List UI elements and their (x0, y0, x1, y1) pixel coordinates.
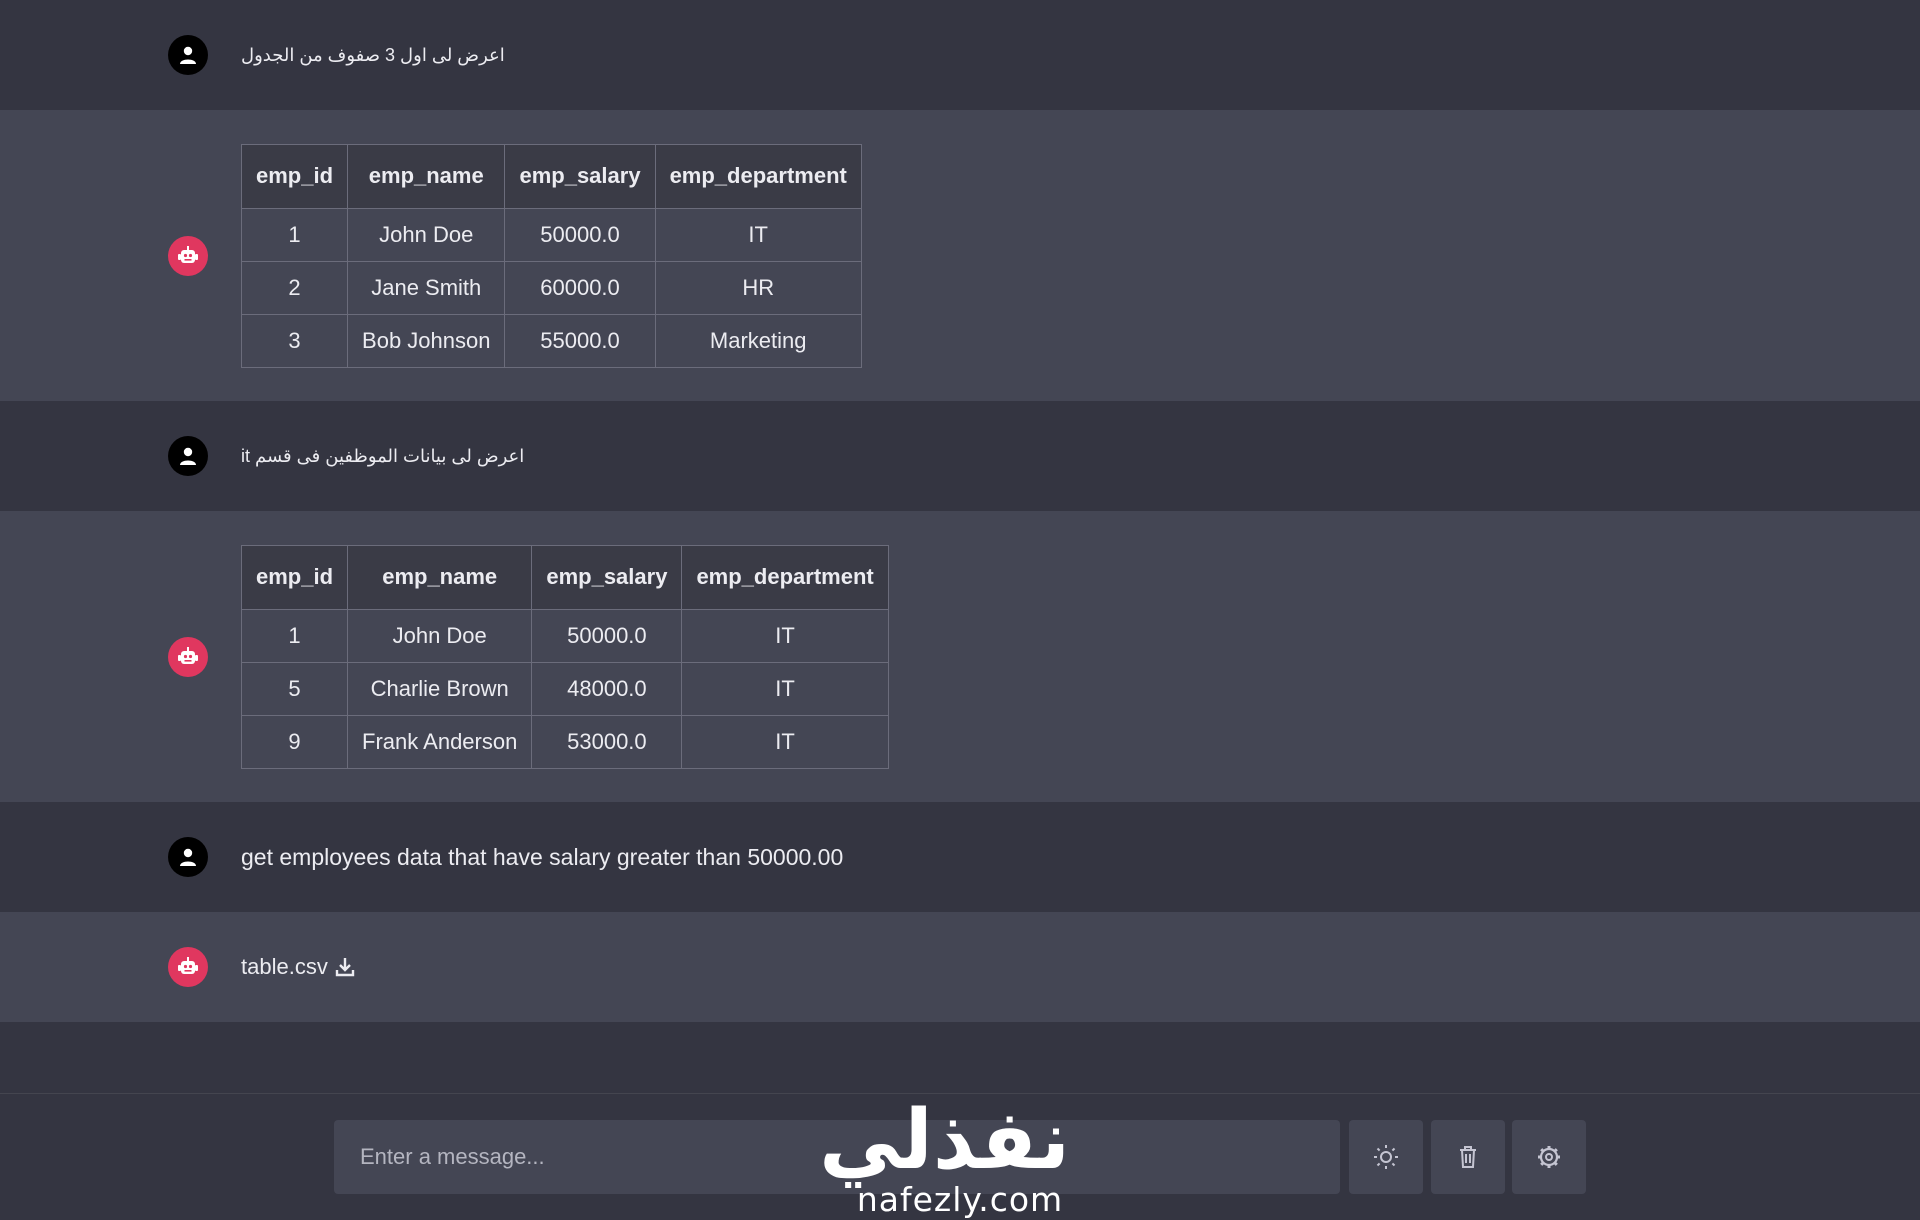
theme-toggle-button[interactable] (1349, 1120, 1423, 1194)
robot-icon (178, 646, 198, 664)
table-row: 2 Jane Smith 60000.0 HR (240, 260, 862, 315)
chat-log: اعرض لى اول 3 صفوف من الجدول emp_id emp_… (0, 0, 1920, 1022)
message-input[interactable] (334, 1120, 1340, 1194)
download-icon (335, 958, 355, 977)
column-header: emp_department (654, 143, 862, 209)
column-header: emp_department (681, 544, 889, 610)
table-cell: 60000.0 (504, 260, 656, 315)
table-cell: Charlie Brown (347, 661, 533, 716)
user-avatar (168, 837, 208, 877)
table-cell: IT (681, 608, 889, 663)
table-cell: HR (654, 260, 862, 315)
table-row: 1 John Doe 50000.0 IT (240, 207, 862, 262)
column-header: emp_name (347, 143, 506, 209)
bot-message-3: table.csv (0, 912, 1920, 1022)
bot-message-1: emp_id emp_name emp_salary emp_departmen… (0, 110, 1920, 401)
user-icon (180, 848, 196, 866)
table-cell: Marketing (654, 313, 862, 368)
bot-avatar (168, 947, 208, 987)
table-cell: Bob Johnson (347, 313, 506, 368)
table-cell: 50000.0 (531, 608, 683, 663)
table-row: 3 Bob Johnson 55000.0 Marketing (240, 313, 862, 368)
robot-icon (178, 957, 198, 974)
table-cell: 53000.0 (531, 714, 683, 769)
table-cell: Frank Anderson (347, 714, 533, 769)
bot-avatar (168, 235, 208, 276)
table-cell: John Doe (347, 608, 533, 663)
file-name: table.csv (241, 954, 328, 979)
user-icon (180, 46, 196, 64)
table-row: 1 John Doe 50000.0 IT (240, 608, 889, 663)
column-header: emp_id (240, 143, 349, 209)
user-message-text: اعرض لى بيانات الموظفين فى قسم it (241, 445, 525, 466)
table-cell: 3 (240, 313, 349, 368)
table-cell: 1 (240, 207, 349, 262)
bot-message-2: emp_id emp_name emp_salary emp_departmen… (0, 511, 1920, 802)
table-cell: IT (681, 714, 889, 769)
chat-page: اعرض لى اول 3 صفوف من الجدول emp_id emp_… (0, 0, 1920, 1220)
table-cell: IT (681, 661, 889, 716)
table-cell: 1 (240, 608, 349, 663)
table-header-row: emp_id emp_name emp_salary emp_departmen… (240, 143, 862, 209)
table-cell: John Doe (347, 207, 506, 262)
settings-button[interactable] (1512, 1120, 1586, 1194)
user-message-2: اعرض لى بيانات الموظفين فى قسم it (0, 401, 1920, 511)
result-table-1: emp_id emp_name emp_salary emp_departmen… (240, 143, 862, 368)
trash-icon (1460, 1146, 1476, 1168)
user-message-3: get employees data that have salary grea… (0, 802, 1920, 912)
table-cell: 5 (240, 661, 349, 716)
table-cell: 50000.0 (504, 207, 656, 262)
table-cell: 2 (240, 260, 349, 315)
result-table-2: emp_id emp_name emp_salary emp_departmen… (240, 544, 889, 769)
gear-icon (1538, 1146, 1560, 1168)
column-header: emp_salary (531, 544, 683, 610)
table-cell: IT (654, 207, 862, 262)
user-icon (180, 447, 196, 465)
bot-avatar (168, 636, 208, 677)
table-row: 5 Charlie Brown 48000.0 IT (240, 661, 889, 716)
table-header-row: emp_id emp_name emp_salary emp_departmen… (240, 544, 889, 610)
column-header: emp_name (347, 544, 533, 610)
composer-bar (0, 1093, 1920, 1220)
column-header: emp_id (240, 544, 349, 610)
user-message-text: اعرض لى اول 3 صفوف من الجدول (241, 44, 505, 65)
download-file-link[interactable]: table.csv (241, 954, 356, 980)
user-message-text: get employees data that have salary grea… (241, 843, 844, 870)
sun-icon (1374, 1145, 1398, 1169)
table-cell: 55000.0 (504, 313, 656, 368)
table-cell: 48000.0 (531, 661, 683, 716)
table-cell: 9 (240, 714, 349, 769)
user-avatar (168, 436, 208, 476)
robot-icon (178, 245, 198, 263)
column-header: emp_salary (504, 143, 656, 209)
table-row: 9 Frank Anderson 53000.0 IT (240, 714, 889, 769)
delete-chat-button[interactable] (1431, 1120, 1505, 1194)
user-message-1: اعرض لى اول 3 صفوف من الجدول (0, 0, 1920, 110)
table-cell: Jane Smith (347, 260, 506, 315)
user-avatar (168, 35, 208, 75)
